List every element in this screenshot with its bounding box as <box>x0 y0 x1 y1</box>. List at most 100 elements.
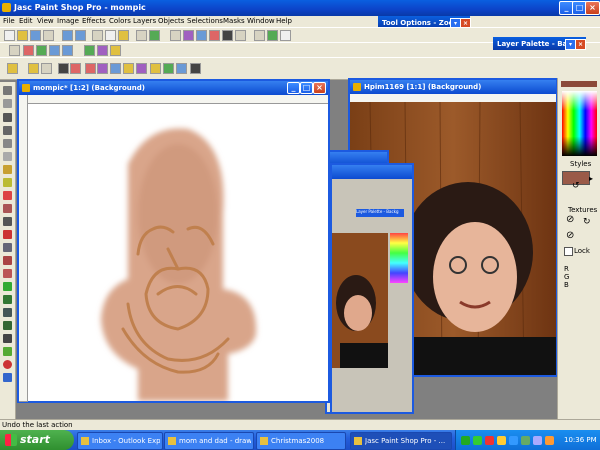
effect-grey-icon[interactable] <box>41 63 52 74</box>
color-palette-icon[interactable] <box>209 30 220 41</box>
help-icon[interactable] <box>254 30 265 41</box>
start-button[interactable]: start <box>0 430 74 450</box>
text-tool-icon[interactable] <box>3 321 12 330</box>
effect-sun-icon[interactable] <box>150 63 161 74</box>
menu-colors[interactable]: Colors <box>109 17 131 25</box>
task-mom-and-dad[interactable]: mom and dad - drawi... <box>164 432 254 450</box>
redo-icon[interactable] <box>75 30 86 41</box>
eraser-tool-icon[interactable] <box>3 269 12 278</box>
menu-effects[interactable]: Effects <box>82 17 106 25</box>
magic-wand-tool-icon[interactable] <box>3 178 12 187</box>
overview-icon[interactable] <box>222 30 233 41</box>
drawing-canvas[interactable] <box>28 104 328 401</box>
arrow-tool-icon[interactable] <box>3 86 12 95</box>
menu-layers[interactable]: Layers <box>133 17 156 25</box>
zoom-tool-icon[interactable] <box>3 99 12 108</box>
mover-tool-icon[interactable] <box>3 139 12 148</box>
preset-shapes-tool-icon[interactable] <box>3 334 12 343</box>
paintbrush-tool-icon[interactable] <box>3 204 12 213</box>
menu-image[interactable]: Image <box>57 17 79 25</box>
foreground-swatch-strip[interactable] <box>561 81 597 87</box>
stacked-window-2[interactable]: Layer Palette - Backg <box>330 163 414 414</box>
object-selector-tool-icon[interactable] <box>3 360 12 369</box>
arrow-right-icon[interactable] <box>36 45 47 56</box>
histogram-icon[interactable] <box>183 30 194 41</box>
learning-center-icon[interactable] <box>235 30 246 41</box>
clock[interactable]: 10:36 PM <box>564 436 597 444</box>
color-spectrum[interactable] <box>562 91 597 156</box>
color-replacer-tool-icon[interactable] <box>3 230 12 239</box>
tray-messenger-icon[interactable] <box>545 436 554 445</box>
mompic-minimize-button[interactable]: _ <box>287 82 300 94</box>
color-swatch-icon[interactable] <box>3 373 12 382</box>
paste-icon[interactable] <box>118 30 129 41</box>
arrow-left-icon[interactable] <box>49 45 60 56</box>
texture-arrow-icon[interactable]: ↻ <box>583 217 591 227</box>
tray-security-icon[interactable] <box>497 436 506 445</box>
task-outlook-express[interactable]: Inbox - Outlook Express <box>77 432 163 450</box>
crop-tool-icon[interactable] <box>3 126 12 135</box>
menu-help[interactable]: Help <box>276 17 292 25</box>
menu-selections[interactable]: Selections <box>187 17 223 25</box>
menu-edit[interactable]: Edit <box>19 17 33 25</box>
undo-icon[interactable] <box>62 30 73 41</box>
print-icon[interactable] <box>43 30 54 41</box>
task-paint-shop-pro[interactable]: Jasc Paint Shop Pro - ... <box>350 432 452 450</box>
airbrush-tool-icon[interactable] <box>3 295 12 304</box>
draw-tool-icon[interactable] <box>3 347 12 356</box>
arrow-left-2-icon[interactable] <box>62 45 73 56</box>
effect-red-icon[interactable] <box>85 63 96 74</box>
cut-icon[interactable] <box>92 30 103 41</box>
photo-toolbar-grip-icon[interactable] <box>7 63 18 74</box>
screen-capture-icon[interactable] <box>136 30 147 41</box>
close-button[interactable]: × <box>585 1 600 15</box>
texture-off-icon[interactable]: ⊘ <box>566 214 574 225</box>
lock-checkbox[interactable] <box>564 247 573 256</box>
effect-color-icon[interactable] <box>70 63 81 74</box>
move-icon[interactable] <box>9 45 20 56</box>
scratch-remover-tool-icon[interactable] <box>3 256 12 265</box>
menu-file[interactable]: File <box>3 17 15 25</box>
retouch-tool-icon[interactable] <box>3 243 12 252</box>
script-edit-icon[interactable] <box>280 30 291 41</box>
tray-network-icon[interactable] <box>461 436 470 445</box>
copy-icon[interactable] <box>105 30 116 41</box>
effect-blue-icon[interactable] <box>110 63 121 74</box>
mompic-maximize-button[interactable]: □ <box>300 82 313 94</box>
mompic-document-window[interactable]: mompic* [1:2] (Background) _ □ × <box>17 79 330 403</box>
tray-volume-icon[interactable] <box>533 436 542 445</box>
new-file-icon[interactable] <box>4 30 15 41</box>
menu-masks[interactable]: Masks <box>223 17 245 25</box>
menu-window[interactable]: Window <box>247 17 275 25</box>
dropper-tool-icon[interactable] <box>3 191 12 200</box>
effect-stripes-icon[interactable] <box>190 63 201 74</box>
open-file-icon[interactable] <box>17 30 28 41</box>
tray-antivirus-icon[interactable] <box>473 436 482 445</box>
menu-objects[interactable]: Objects <box>158 17 184 25</box>
tray-update-icon[interactable] <box>521 436 530 445</box>
texture-off-2-icon[interactable]: ⊘ <box>566 230 574 241</box>
flood-fill-tool-icon[interactable] <box>3 308 12 317</box>
clone-brush-tool-icon[interactable] <box>3 217 12 226</box>
effect-square-icon[interactable] <box>176 63 187 74</box>
layer-palette[interactable]: Layer Palette - Backg ▾ × <box>493 37 586 50</box>
freehand-tool-icon[interactable] <box>3 165 12 174</box>
effect-pattern-icon[interactable] <box>136 63 147 74</box>
effect-leaf-icon[interactable] <box>163 63 174 74</box>
selection-tool-icon[interactable] <box>3 152 12 161</box>
save-icon[interactable] <box>30 30 41 41</box>
effect-black-icon[interactable] <box>58 63 69 74</box>
effect-frame-icon[interactable] <box>28 63 39 74</box>
effect-purple-icon[interactable] <box>97 63 108 74</box>
frame-icon[interactable] <box>110 45 121 56</box>
script-run-icon[interactable] <box>267 30 278 41</box>
layer-palette-icon[interactable] <box>196 30 207 41</box>
picture-tube-tool-icon[interactable] <box>3 282 12 291</box>
tray-bluetooth-icon[interactable] <box>509 436 518 445</box>
magic-wand-icon[interactable] <box>97 45 108 56</box>
toggle-tool-options-icon[interactable] <box>170 30 181 41</box>
swap-arrow-icon[interactable]: ↺ <box>572 181 580 191</box>
effect-yellow-icon[interactable] <box>123 63 134 74</box>
task-christmas2008[interactable]: Christmas2008 <box>256 432 346 450</box>
crosshair-icon[interactable] <box>23 45 34 56</box>
